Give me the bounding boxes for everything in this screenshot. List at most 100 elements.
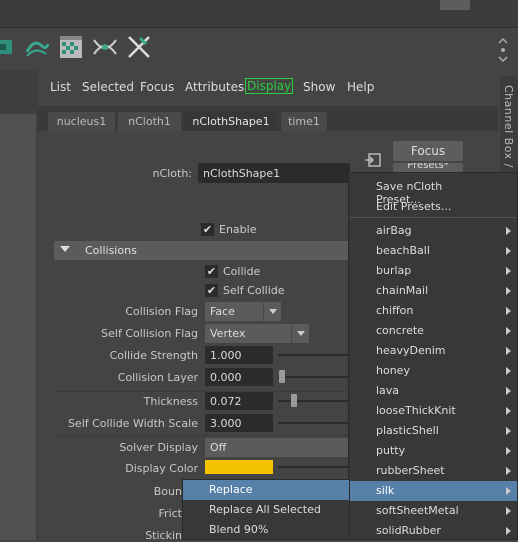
self-collision-flag-label: Self Collision Flag (101, 327, 198, 340)
preset-item-softSheetMetal[interactable]: softSheetMetal (349, 501, 517, 521)
remove-constraint-icon[interactable] (126, 34, 152, 60)
chevron-down-icon (263, 302, 281, 321)
preset-item-solidRubber[interactable]: solidRubber (349, 521, 517, 541)
enable-checkbox[interactable]: ✔ (201, 223, 214, 236)
preset-item-putty[interactable]: putty (349, 441, 517, 461)
stickiness-label: Stickin (145, 529, 182, 542)
cross-curves-icon[interactable] (92, 34, 118, 60)
preset-item-concrete[interactable]: concrete (349, 321, 517, 341)
presets-menu: Save nCloth Preset... Edit Presets... ai… (348, 172, 518, 540)
collide-strength-slider[interactable] (278, 354, 350, 356)
menu-help[interactable]: Help (347, 80, 374, 94)
collision-flag-value: Face (210, 305, 235, 318)
collision-layer-slider[interactable] (278, 376, 350, 378)
self-collide-checkbox[interactable]: ✔ (205, 284, 218, 297)
preset-item-lava[interactable]: lava (349, 381, 517, 401)
thickness-slider[interactable] (278, 400, 350, 402)
preset-item-heavyDenim[interactable]: heavyDenim (349, 341, 517, 361)
preset-item-label: silk (376, 484, 395, 497)
menu-item-replace[interactable]: Replace (183, 480, 349, 500)
collision-layer-slider-handle[interactable] (279, 370, 285, 383)
preset-item-rubberSheet[interactable]: rubberSheet (349, 461, 517, 481)
preset-action-submenu: Replace Replace All Selected Blend 90% (182, 479, 350, 540)
preset-item-looseThickKnit[interactable]: looseThickKnit (349, 401, 517, 421)
menu-item-replace-all-selected[interactable]: Replace All Selected (183, 500, 349, 520)
top-right-control[interactable] (440, 0, 470, 10)
self-collision-flag-dropdown[interactable]: Vertex (205, 324, 309, 343)
chevron-right-icon (506, 227, 511, 235)
preset-item-label: rubberSheet (376, 464, 445, 477)
tab-ncloth1[interactable]: nCloth1 (118, 112, 181, 131)
preset-item-silk[interactable]: silk (349, 481, 517, 501)
preset-item-label: burlap (376, 264, 412, 277)
thickness-field[interactable]: 0.072 (205, 392, 273, 410)
collisions-section-title: Collisions (85, 244, 137, 257)
preset-item-honey[interactable]: honey (349, 361, 517, 381)
preset-item-chiffon[interactable]: chiffon (349, 301, 517, 321)
tab-time1[interactable]: time1 (281, 112, 327, 131)
preset-item-label: concrete (376, 324, 424, 337)
menu-item-save-preset[interactable]: Save nCloth Preset... (349, 177, 517, 206)
preset-item-label: beachBall (376, 244, 430, 257)
display-color-slider[interactable] (278, 466, 350, 468)
left-panel (0, 114, 36, 540)
go-to-output-icon[interactable] (364, 152, 382, 168)
chevron-right-icon (506, 527, 511, 535)
shelf-toolbar (0, 27, 518, 69)
ncloth-name-field[interactable]: nClothShape1 (198, 163, 350, 183)
checker-icon[interactable] (58, 34, 84, 60)
solver-display-label: Solver Display (119, 441, 198, 454)
menu-list[interactable]: List (50, 80, 71, 94)
chevron-right-icon (506, 287, 511, 295)
chevron-down-icon (291, 324, 309, 343)
side-tab-label: Channel Box / La (502, 85, 515, 186)
preset-item-chainMail[interactable]: chainMail (349, 281, 517, 301)
chevron-right-icon (506, 367, 511, 375)
menu-item-blend-90[interactable]: Blend 90% (183, 520, 349, 540)
shelf-tool-icon-1[interactable] (0, 34, 20, 60)
ncloth-label: nCloth: (152, 167, 192, 180)
thickness-label: Thickness (143, 395, 198, 408)
collision-flag-dropdown[interactable]: Face (205, 302, 281, 321)
preset-item-label: heavyDenim (376, 344, 446, 357)
preset-item-burlap[interactable]: burlap (349, 261, 517, 281)
self-collide-width-scale-field[interactable]: 3.000 (205, 414, 273, 432)
chevron-right-icon (506, 407, 511, 415)
menu-display[interactable]: Display (245, 78, 294, 94)
chevron-right-icon (506, 327, 511, 335)
collision-flag-label: Collision Flag (125, 305, 198, 318)
collapse-triangle-icon[interactable] (60, 246, 70, 252)
collide-strength-field[interactable]: 1.000 (205, 346, 273, 364)
chevron-right-icon (506, 347, 511, 355)
display-color-swatch[interactable] (205, 460, 273, 474)
preset-item-airBag[interactable]: airBag (349, 221, 517, 241)
menu-attributes[interactable]: Attributes (185, 80, 244, 94)
focus-button[interactable]: Focus (393, 141, 463, 161)
tab-nucleus1[interactable]: nucleus1 (48, 112, 115, 131)
preset-item-label: softSheetMetal (376, 504, 459, 517)
collision-layer-field[interactable]: 0.000 (205, 368, 273, 386)
collide-checkbox[interactable]: ✔ (205, 265, 218, 278)
enable-label: Enable (219, 223, 257, 236)
self-collide-width-scale-slider[interactable] (278, 422, 350, 424)
preset-item-label: solidRubber (376, 524, 441, 537)
wrap-icon[interactable] (24, 34, 50, 60)
tab-nclothshape1[interactable]: nClothShape1 (184, 112, 278, 131)
chevron-right-icon (506, 247, 511, 255)
thickness-slider-handle[interactable] (291, 394, 297, 407)
chevron-right-icon (506, 387, 511, 395)
solver-display-dropdown[interactable]: Off (205, 438, 350, 457)
menu-focus[interactable]: Focus (140, 80, 174, 94)
menu-item-edit-presets[interactable]: Edit Presets... (349, 197, 517, 217)
preset-item-label: lava (376, 384, 400, 397)
menu-show[interactable]: Show (303, 80, 335, 94)
chevron-right-icon (506, 447, 511, 455)
preset-item-plasticShell[interactable]: plasticShell (349, 421, 517, 441)
self-collide-width-scale-label: Self Collide Width Scale (67, 417, 198, 430)
shelf-scroll-icon[interactable] (496, 36, 518, 62)
preset-item-label: plasticShell (376, 424, 439, 437)
chevron-right-icon (506, 427, 511, 435)
preset-item-beachBall[interactable]: beachBall (349, 241, 517, 261)
menu-selected[interactable]: Selected (82, 80, 134, 94)
presets-button[interactable]: Presets* (393, 163, 463, 172)
